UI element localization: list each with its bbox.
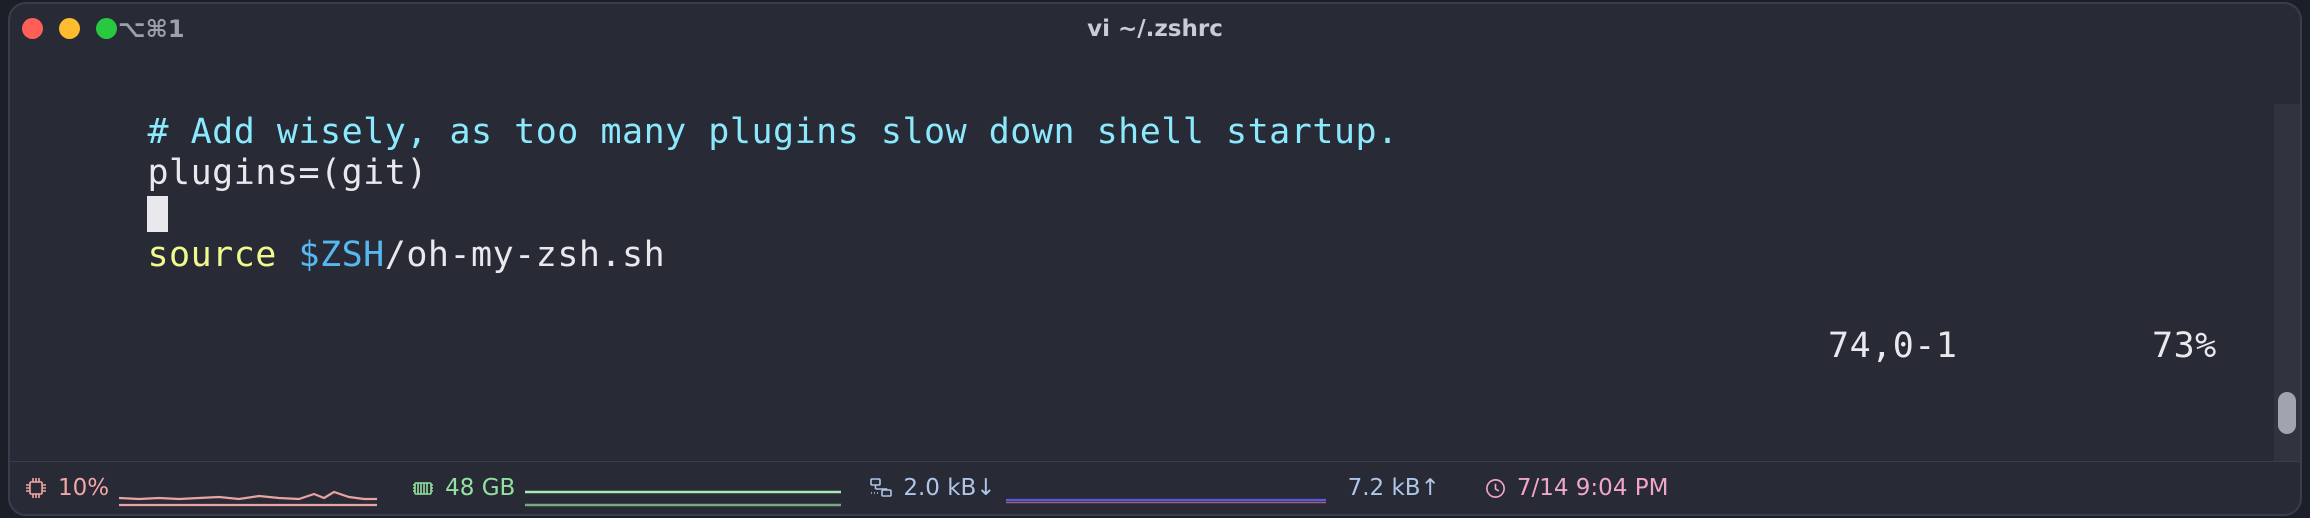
- cpu-value-label: 10%: [58, 475, 110, 501]
- window-title: vi ~/.zshrc: [1087, 16, 1223, 42]
- clock-icon: [1484, 477, 1507, 500]
- vim-status-line: 74,0-1 73%: [10, 326, 2300, 370]
- memory-sparkline: [525, 468, 842, 508]
- cpu-sparkline: [119, 468, 378, 508]
- status-segment-network-up[interactable]: 7.2 kB↑: [1348, 462, 1440, 514]
- status-segment-clock[interactable]: 7/14 9:04 PM: [1484, 462, 1669, 514]
- system-status-bar: 10% 48 GB 2.0 kB↓ 7.2 kB↑ 7/14 9:04 PM: [10, 461, 2300, 514]
- scrollbar-thumb[interactable]: [2278, 392, 2296, 434]
- vim-cursor-position: 74,0-1: [1828, 326, 1958, 366]
- zsh-variable: $ZSH: [298, 235, 385, 275]
- status-segment-cpu[interactable]: 10%: [24, 462, 378, 514]
- clock-value-label: 7/14 9:04 PM: [1516, 475, 1669, 501]
- source-keyword: source: [147, 235, 299, 275]
- status-segment-memory[interactable]: 48 GB: [411, 462, 842, 514]
- network-up-value-label: 7.2 kB↑: [1347, 475, 1440, 501]
- network-down-sparkline: [1005, 468, 1326, 508]
- memory-value-label: 48 GB: [445, 475, 516, 501]
- plugins-text: plugins=(git): [147, 153, 428, 193]
- status-segment-network-down[interactable]: 2.0 kB↓: [869, 462, 1326, 514]
- terminal-window: ⌥⌘1 vi ~/.zshrc # Add wisely, as too man…: [8, 2, 2302, 516]
- vim-file-percent: 73%: [2152, 326, 2217, 366]
- network-down-value-label: 2.0 kB↓: [903, 475, 996, 501]
- scrollbar-track[interactable]: [2274, 104, 2300, 464]
- terminal-content[interactable]: # Add wisely, as too many plugins slow d…: [10, 54, 2300, 464]
- title-bar: ⌥⌘1 vi ~/.zshrc: [10, 4, 2300, 54]
- memory-stick-icon: [411, 476, 435, 500]
- cpu-chip-icon: [24, 476, 48, 500]
- network-icon: [869, 476, 893, 500]
- editor-line-source: source $ZSH/oh-my-zsh.sh: [18, 194, 665, 317]
- source-path: /oh-my-zsh.sh: [384, 235, 666, 275]
